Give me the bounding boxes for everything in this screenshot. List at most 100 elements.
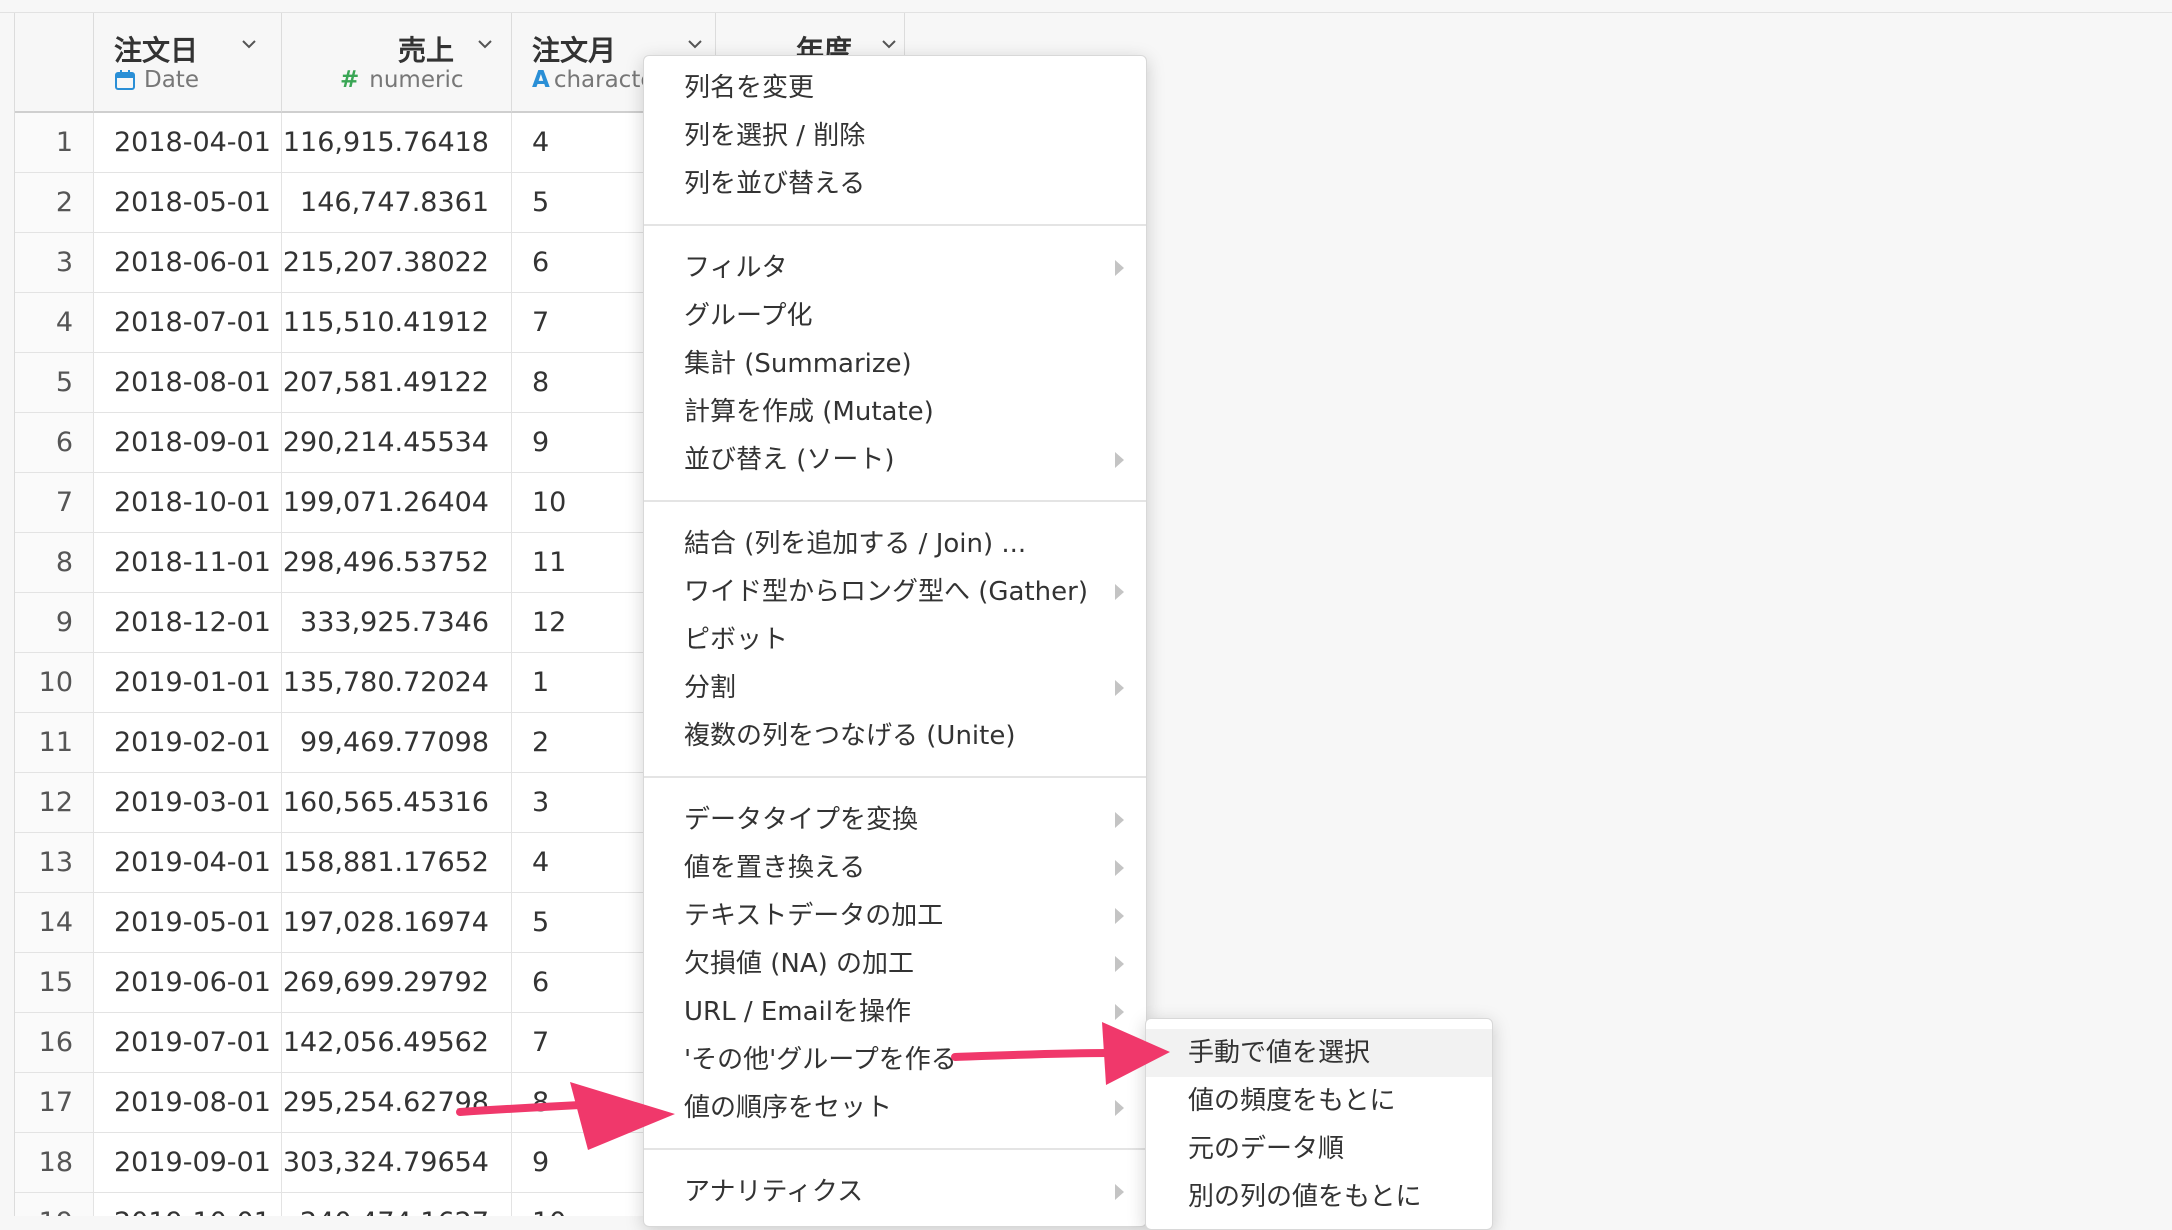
row-number: 6 [15,413,94,473]
column-type-label: numeric [369,67,464,93]
submenu-item[interactable]: 元のデータ順 [1146,1125,1492,1173]
menu-item[interactable]: データタイプを変換 [684,800,918,840]
submenu-arrow-icon [1115,1184,1124,1200]
menu-item[interactable]: テキストデータの加工 [684,896,943,936]
submenu-arrow-icon [1115,956,1124,972]
menu-item[interactable]: 列を選択 / 削除 [684,116,865,156]
sales-cell: 158,881.17652 [282,833,512,893]
menu-item[interactable]: 'その他'グループを作る [684,1040,957,1080]
sales-cell: 115,510.41912 [282,293,512,353]
submenu-arrow-icon [1115,680,1124,696]
menu-item[interactable]: 結合 (列を追加する / Join) ... [684,524,1026,564]
menu-item[interactable]: アナリティクス [684,1172,863,1212]
submenu-arrow-icon [1115,1100,1124,1116]
row-number: 1 [15,113,94,173]
submenu-item[interactable]: 別の列の値をもとに [1146,1173,1492,1221]
chevron-down-icon[interactable] [242,37,256,51]
calendar-icon [115,70,135,90]
sales-cell: 160,565.45316 [282,773,512,833]
column-name: 注文月 [532,34,617,67]
menu-item[interactable]: 複数の列をつなげる (Unite) [684,716,1015,756]
sales-cell: 197,028.16974 [282,893,512,953]
menu-item[interactable]: 欠損値 (NA) の加工 [684,944,914,984]
menu-item[interactable]: 列名を変更 [684,68,814,108]
date-cell: 2019-06-01 [94,953,282,1013]
row-number: 16 [15,1013,94,1073]
sales-cell: 240,474.1627 [282,1193,512,1216]
date-cell: 2019-09-01 [94,1133,282,1193]
date-cell: 2018-04-01 [94,113,282,173]
date-cell: 2019-07-01 [94,1013,282,1073]
date-cell: 2018-10-01 [94,473,282,533]
date-cell: 2018-12-01 [94,593,282,653]
sales-cell: 298,496.53752 [282,533,512,593]
column-context-menu: 列名を変更列を選択 / 削除 列を並び替える フィルタグループ化集計 (Summar… [643,55,1147,1227]
menu-item[interactable]: ワイド型からロング型へ (Gather) [684,572,1088,612]
date-cell: 2019-08-01 [94,1073,282,1133]
column-header-sales[interactable]: 売上 # numeric [282,13,512,113]
menu-item[interactable]: 計算を作成 (Mutate) [684,392,934,432]
date-cell: 2018-08-01 [94,353,282,413]
column-header-order-date[interactable]: 注文日 Date [94,13,282,113]
sales-cell: 199,071.26404 [282,473,512,533]
submenu-arrow-icon [1115,1004,1124,1020]
column-type-label: Date [144,67,199,93]
numeric-icon: # [340,67,360,93]
column-type: A characte [532,67,655,93]
character-icon: A [532,67,550,93]
chevron-down-icon[interactable] [882,37,896,51]
row-number: 10 [15,653,94,713]
date-cell: 2018-05-01 [94,173,282,233]
date-cell: 2019-10-01 [94,1193,282,1216]
sales-cell: 207,581.49122 [282,353,512,413]
date-cell: 2019-02-01 [94,713,282,773]
row-number: 12 [15,773,94,833]
row-number: 18 [15,1133,94,1193]
menu-item[interactable]: 値の順序をセット [684,1088,892,1128]
menu-separator [644,1148,1146,1150]
column-name: 売上 [398,34,455,67]
menu-item[interactable]: ピボット [684,620,788,660]
row-number: 9 [15,593,94,653]
row-number: 2 [15,173,94,233]
date-cell: 2019-01-01 [94,653,282,713]
column-type-label: characte [553,67,655,93]
column-name: 注文日 [114,34,199,67]
submenu-item[interactable]: 値の頻度をもとに [1146,1077,1492,1125]
row-number: 13 [15,833,94,893]
date-cell: 2018-09-01 [94,413,282,473]
column-type: # numeric [340,67,463,93]
menu-separator [644,500,1146,502]
row-number: 8 [15,533,94,593]
sales-cell: 116,915.76418 [282,113,512,173]
menu-item[interactable]: 並び替え (ソート) [684,440,895,480]
submenu-item[interactable]: 手動で値を選択 [1146,1029,1492,1077]
row-number: 14 [15,893,94,953]
date-cell: 2018-06-01 [94,233,282,293]
menu-separator [644,224,1146,226]
chevron-down-icon[interactable] [688,37,702,51]
row-number: 19 [15,1193,94,1216]
menu-item[interactable]: フィルタ [684,248,787,288]
row-number: 15 [15,953,94,1013]
menu-item[interactable]: 集計 (Summarize) [684,344,912,384]
row-number: 7 [15,473,94,533]
date-cell: 2018-11-01 [94,533,282,593]
sales-cell: 146,747.8361 [282,173,512,233]
menu-item[interactable]: URL / Emailを操作 [684,992,911,1032]
sales-cell: 135,780.72024 [282,653,512,713]
menu-item[interactable]: 値を置き換える [684,848,865,888]
sales-cell: 295,254.62798 [282,1073,512,1133]
submenu-arrow-icon [1115,908,1124,924]
chevron-down-icon[interactable] [478,37,492,51]
submenu-arrow-icon [1115,584,1124,600]
date-cell: 2019-03-01 [94,773,282,833]
row-number: 11 [15,713,94,773]
menu-item[interactable]: 分割 [684,668,736,708]
menu-separator [644,776,1146,778]
column-type: Date [114,67,199,93]
menu-item[interactable]: 列を並び替える [684,164,865,204]
menu-item[interactable]: グループ化 [684,296,812,336]
set-value-order-submenu: 手動で値を選択 値の頻度をもとに 元のデータ順 別の列の値をもとに [1145,1018,1493,1230]
submenu-arrow-icon [1115,812,1124,828]
